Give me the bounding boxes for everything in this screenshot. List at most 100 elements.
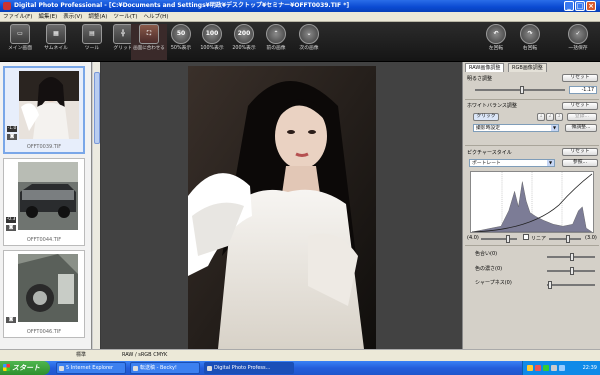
divider — [465, 99, 599, 100]
toolbar: ▭ メイン画面 ▦ サムネイル ▤ ツール ╬ グリッド ⛶ 画面に合わせる 5… — [0, 22, 600, 62]
fit-screen-label: 画面に合わせる — [133, 46, 165, 51]
contrast-max-slider[interactable] — [549, 235, 581, 243]
chevron-down-icon: ▼ — [551, 125, 558, 131]
camera-icon: ◙ — [6, 225, 16, 231]
zoom-200-button[interactable]: 200 200%表示 — [226, 24, 262, 60]
rotate-right-label: 右回転 — [522, 46, 538, 51]
next-image-label: 次の画像 — [299, 46, 319, 51]
sharpness-slider[interactable] — [547, 281, 595, 289]
menu-tools[interactable]: ツール(T) — [110, 12, 140, 22]
hue-knob[interactable] — [570, 253, 574, 261]
task-label: Digital Photo Profess... — [214, 365, 271, 371]
menu-edit[interactable]: 編集(E) — [35, 12, 60, 22]
grid-lines-icon: ╬ — [113, 24, 133, 44]
prev-image-icon: ⌃ — [266, 24, 286, 44]
sharpness-label: シャープネス(0) — [475, 280, 512, 286]
task-becky[interactable]: 転送稿 - Becky! — [130, 362, 200, 374]
dpp-icon — [207, 366, 212, 371]
close-button[interactable]: × — [586, 1, 596, 11]
brightness-title: 明るさ調整 — [467, 76, 493, 82]
wb-slot-3-button[interactable]: 3 — [555, 113, 563, 121]
thumbnail-scrollbar[interactable] — [92, 62, 100, 349]
main-window-button[interactable]: ▭ メイン画面 — [2, 24, 38, 60]
histogram-min-label: (4.0) — [467, 235, 479, 241]
brightness-value[interactable]: -1.17 — [569, 86, 597, 94]
white-balance-reset-button[interactable]: リセット — [562, 102, 598, 110]
tab-rgb-adjust[interactable]: RGB画像調整 — [508, 63, 547, 72]
maximize-button[interactable]: □ — [575, 1, 585, 11]
zoom-100-icon: 100 — [202, 24, 222, 44]
wb-slot-2-button[interactable]: 2 — [546, 113, 554, 121]
sharpness-knob[interactable] — [548, 281, 552, 289]
tray-icon[interactable] — [527, 365, 533, 371]
thumbnail-image — [18, 254, 78, 322]
status-mode: 標準 — [76, 352, 87, 358]
click-white-balance-button[interactable]: クリック — [473, 113, 499, 121]
tray-icon[interactable] — [551, 365, 557, 371]
task-dpp[interactable]: Digital Photo Profess... — [204, 362, 294, 374]
tray-icon[interactable] — [535, 365, 541, 371]
picture-style-reset-button[interactable]: リセット — [562, 148, 598, 156]
fit-screen-button[interactable]: ⛶ 画面に合わせる — [131, 24, 167, 60]
grid-icon: ▦ — [46, 24, 66, 44]
rotate-left-label: 左回転 — [488, 46, 504, 51]
contrast-max-knob[interactable] — [566, 235, 570, 243]
batch-save-button[interactable]: ✓ 一括保存 — [560, 24, 596, 60]
saturation-knob[interactable] — [570, 267, 574, 275]
thumbnail-item[interactable]: -0.3 ◙ OFFT0044.TIF — [3, 158, 85, 246]
wb-preset-select[interactable]: 撮影時設定 ▼ — [473, 124, 559, 132]
thumbnail-filename: OFFT0046.TIF — [26, 329, 62, 335]
tray-icon[interactable] — [543, 365, 549, 371]
brightness-knob[interactable] — [520, 86, 524, 94]
task-internet-explorer[interactable]: 5 Internet Explorer — [56, 362, 126, 374]
task-label: 5 Internet Explorer — [66, 365, 114, 371]
app-icon — [3, 2, 11, 10]
chevron-down-icon: ▼ — [547, 160, 554, 166]
menu-file[interactable]: ファイル(F) — [0, 12, 35, 22]
thumbnail-item[interactable]: -1.0 ◙ OFFT0039.TIF — [3, 66, 85, 154]
minimize-button[interactable]: _ — [564, 1, 574, 11]
wb-register-button[interactable]: 登録... — [567, 113, 597, 121]
scrollbar-thumb[interactable] — [94, 72, 100, 144]
hue-label: 色合い(0) — [475, 251, 498, 257]
brightness-slider[interactable] — [475, 86, 565, 94]
rotate-right-button[interactable]: ↷ 右回転 — [512, 24, 548, 60]
menu-view[interactable]: 表示(V) — [60, 12, 85, 22]
brightness-reset-button[interactable]: リセット — [562, 74, 598, 82]
exposure-badge: -1.0 — [7, 126, 17, 132]
tool-icon: ▤ — [82, 24, 102, 44]
zoom-200-label: 200%表示 — [232, 46, 256, 51]
tone-curve-histogram[interactable] — [470, 171, 594, 233]
prev-image-button[interactable]: ⌃ 前の画像 — [258, 24, 294, 60]
tray-icon[interactable] — [559, 365, 565, 371]
picture-style-title: ピクチャースタイル — [467, 150, 512, 156]
taskbar: スタート 5 Internet Explorer 転送稿 - Becky! Di… — [0, 361, 600, 375]
zoom-100-button[interactable]: 100 100%表示 — [194, 24, 230, 60]
wb-fine-tune-button[interactable]: 微調整... — [565, 124, 597, 132]
status-bar: 標準 RAW / sRGB CMYK — [0, 349, 600, 361]
contrast-knob[interactable] — [506, 235, 510, 243]
wb-slot-1-button[interactable]: 1 — [537, 113, 545, 121]
main-photo[interactable] — [188, 66, 376, 349]
tab-raw-adjust[interactable]: RAW画像調整 — [465, 63, 505, 72]
zoom-200-icon: 200 — [234, 24, 254, 44]
start-button[interactable]: スタート — [0, 361, 50, 375]
divider — [465, 145, 599, 146]
picture-style-browse-button[interactable]: 参照... — [562, 159, 598, 167]
thumbnail-button[interactable]: ▦ サムネイル — [38, 24, 74, 60]
picture-style-select[interactable]: ポートレート ▼ — [469, 159, 555, 167]
folder-icon: ▭ — [10, 24, 30, 44]
next-image-button[interactable]: ⌄ 次の画像 — [291, 24, 327, 60]
window-title: Digital Photo Professional - [C:¥Documen… — [14, 2, 350, 9]
saturation-label: 色の濃さ(0) — [475, 266, 503, 272]
thumbnail-item[interactable]: ◙ OFFT0046.TIF — [3, 250, 85, 338]
rotate-left-button[interactable]: ↶ 左回転 — [478, 24, 514, 60]
contrast-slider[interactable] — [481, 235, 517, 243]
menu-help[interactable]: ヘルプ(H) — [141, 12, 172, 22]
menu-adjust[interactable]: 調整(A) — [85, 12, 110, 22]
picture-style-value: ポートレート — [472, 161, 501, 166]
hue-slider[interactable] — [547, 253, 595, 261]
saturation-slider[interactable] — [547, 267, 595, 275]
clock[interactable]: 22:39 — [583, 361, 597, 375]
linear-checkbox[interactable] — [523, 234, 529, 240]
